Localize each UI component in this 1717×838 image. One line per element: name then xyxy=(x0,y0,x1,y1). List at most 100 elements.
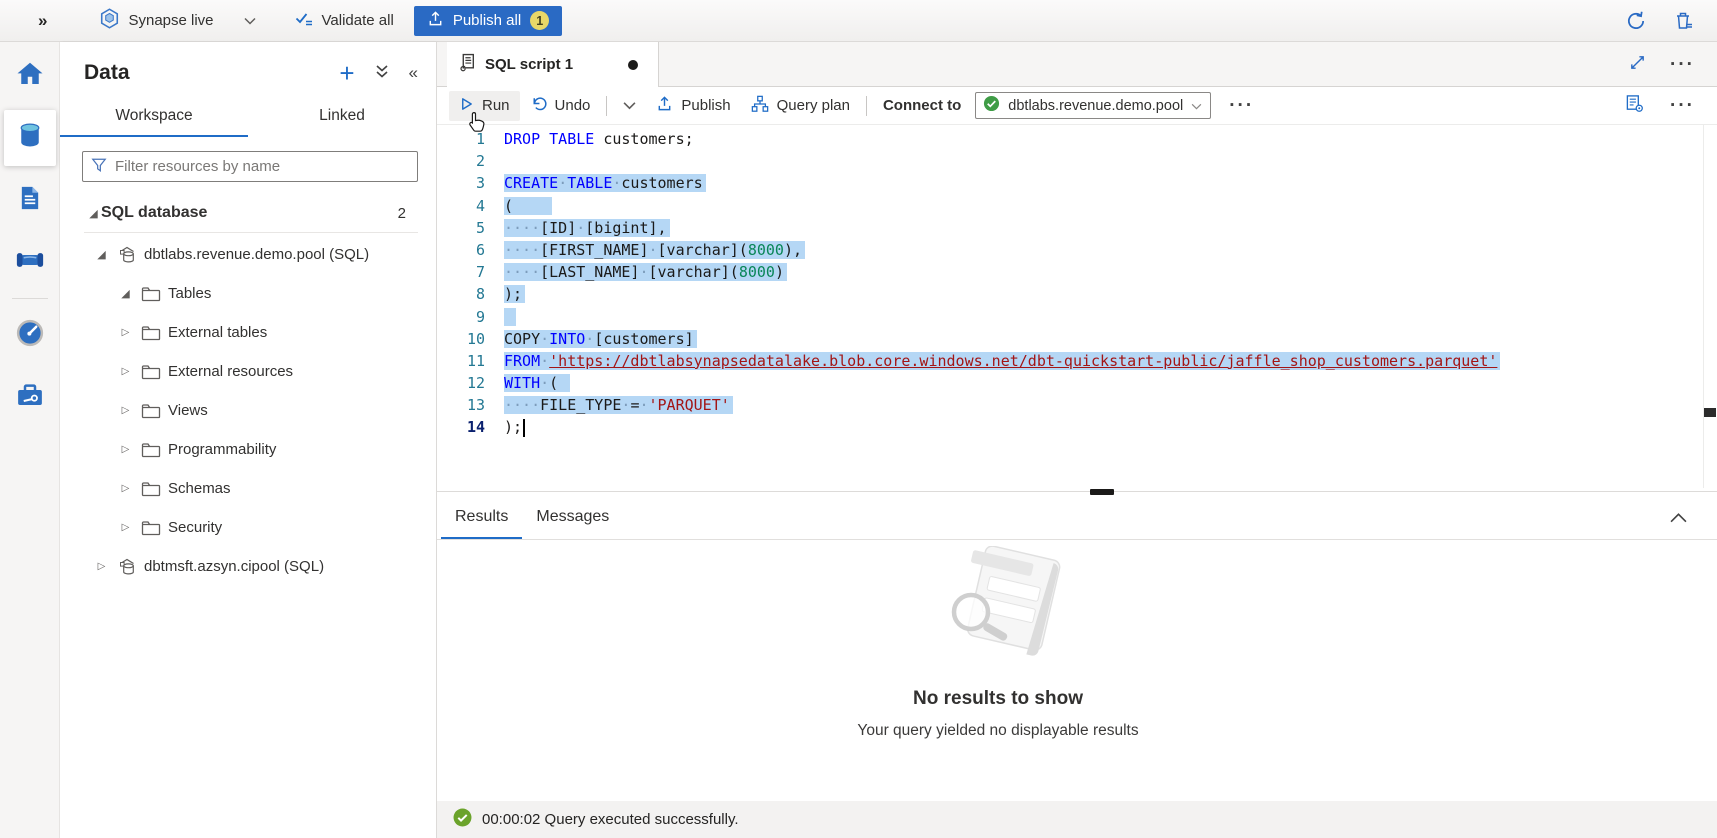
refresh-button[interactable] xyxy=(1625,10,1647,32)
undo-button[interactable]: Undo xyxy=(520,91,601,121)
toolbar-more-actions-icon[interactable]: ··· xyxy=(1670,96,1695,115)
folder-icon xyxy=(141,520,161,536)
synapse-live-selector[interactable]: Synapse live xyxy=(89,5,265,37)
editor-scrollbar[interactable] xyxy=(1703,125,1717,488)
tree-row-sql-database[interactable]: ◢ SQL database 2 xyxy=(84,194,418,233)
tree-row-external-resources[interactable]: ▷ External resources xyxy=(60,352,436,391)
connect-more-actions-icon[interactable]: ··· xyxy=(1229,96,1254,115)
tree-row-security[interactable]: ▷ Security xyxy=(60,508,436,547)
connect-to-dropdown[interactable]: dbtlabs.revenue.demo.pool xyxy=(975,92,1211,119)
code-line[interactable]: 10 COPY·INTO·[customers] xyxy=(437,328,1717,350)
tree-row-programmability[interactable]: ▷ Programmability xyxy=(60,430,436,469)
code-line[interactable]: 8 ); xyxy=(437,283,1717,305)
collapse-panel-icon[interactable]: « xyxy=(409,63,418,83)
tree-expander-icon[interactable]: ▷ xyxy=(94,561,109,572)
line-number: 14 xyxy=(437,416,485,438)
tab-workspace[interactable]: Workspace xyxy=(60,98,248,137)
code-line[interactable]: 4 ( xyxy=(437,195,1717,217)
publish-icon xyxy=(656,95,673,116)
line-number: 1 xyxy=(437,128,485,150)
filter-resources-input[interactable] xyxy=(115,158,409,175)
tree-node-label: dbtlabs.revenue.demo.pool (SQL) xyxy=(144,246,369,263)
line-number: 11 xyxy=(437,350,485,372)
panel-title: Data xyxy=(84,61,130,85)
tab-sql-script-1[interactable]: SQL script 1 xyxy=(447,42,659,87)
publish-all-label: Publish all xyxy=(453,12,521,29)
code-line[interactable]: 1 DROP TABLE customers; xyxy=(437,128,1717,150)
line-text: ····FILE_TYPE·=·'PARQUET' xyxy=(504,394,733,416)
toolbar-separator xyxy=(866,96,867,116)
add-resource-icon[interactable]: + xyxy=(339,60,354,86)
tab-more-actions-icon[interactable]: ··· xyxy=(1670,55,1695,74)
tree-expander-icon[interactable]: ▷ xyxy=(118,522,133,533)
tree-expander-icon[interactable]: ▷ xyxy=(118,483,133,494)
line-text: FROM·'https://dbtlabsynapsedatalake.blob… xyxy=(504,350,1500,372)
nav-data[interactable] xyxy=(4,110,56,166)
chevron-down-icon xyxy=(244,12,256,29)
script-properties-icon[interactable] xyxy=(1625,94,1644,117)
code-line[interactable]: 13 ····FILE_TYPE·=·'PARQUET' xyxy=(437,394,1717,416)
code-line[interactable]: 14 ); xyxy=(437,416,1717,438)
tree-row-schemas[interactable]: ▷ Schemas xyxy=(60,469,436,508)
nav-manage[interactable] xyxy=(4,369,56,425)
line-number: 12 xyxy=(437,372,485,394)
tree-node-label: SQL database xyxy=(101,204,207,222)
line-text: CREATE·TABLE·customers xyxy=(504,172,706,194)
tree-row-external-tables[interactable]: ▷ External tables xyxy=(60,313,436,352)
expand-editor-icon[interactable] xyxy=(1629,54,1646,75)
validate-all-label: Validate all xyxy=(322,12,394,29)
tree-expander-icon[interactable]: ▷ xyxy=(118,327,133,338)
code-line[interactable]: 12 WITH·( xyxy=(437,372,1717,394)
chevron-down-icon xyxy=(1191,97,1202,114)
tree-expander-icon[interactable]: ▷ xyxy=(118,405,133,416)
validate-all-button[interactable]: Validate all xyxy=(284,5,404,37)
folder-icon xyxy=(141,325,161,341)
discard-all-button[interactable] xyxy=(1673,10,1695,32)
line-text: WITH·( xyxy=(504,372,570,394)
unsaved-changes-dot xyxy=(628,60,638,70)
nav-home[interactable] xyxy=(4,48,56,104)
scrollbar-cursor-marker xyxy=(1704,408,1716,417)
publish-button[interactable]: Publish xyxy=(646,91,740,121)
run-button[interactable]: Run xyxy=(449,91,520,121)
toolbar-separator xyxy=(606,96,607,116)
tree-expander-icon[interactable]: ◢ xyxy=(86,207,101,220)
tab-results[interactable]: Results xyxy=(441,496,522,539)
tree-row-views[interactable]: ▷ Views xyxy=(60,391,436,430)
query-plan-button[interactable]: Query plan xyxy=(741,91,860,121)
collapse-results-icon[interactable] xyxy=(1670,496,1717,539)
code-line[interactable]: 7 ····[LAST_NAME]·[varchar](8000) xyxy=(437,261,1717,283)
splitter-drag-handle[interactable] xyxy=(1090,489,1114,495)
collapse-all-icon[interactable] xyxy=(375,64,389,83)
tree-expander-icon[interactable]: ◢ xyxy=(118,287,133,300)
line-number: 13 xyxy=(437,394,485,416)
nav-integrate[interactable] xyxy=(4,234,56,290)
tree-row-dbtlabs-revenue-demo-pool-sql-[interactable]: ◢ dbtlabs.revenue.demo.pool (SQL) xyxy=(60,235,436,274)
code-line[interactable]: 9 xyxy=(437,306,1717,328)
line-number: 7 xyxy=(437,261,485,283)
publish-all-button[interactable]: Publish all 1 xyxy=(414,6,562,36)
run-options-chevron[interactable] xyxy=(613,91,646,121)
nav-develop[interactable] xyxy=(4,172,56,228)
tab-linked[interactable]: Linked xyxy=(248,98,436,137)
filter-funnel-icon xyxy=(91,157,107,177)
sql-code-editor[interactable]: 1 DROP TABLE customers; 2 3 CREATE·TABLE… xyxy=(437,125,1717,488)
expand-panel-icon[interactable]: » xyxy=(38,11,47,31)
code-line[interactable]: 3 CREATE·TABLE·customers xyxy=(437,172,1717,194)
code-line[interactable]: 2 xyxy=(437,150,1717,172)
nav-monitor[interactable] xyxy=(4,307,56,363)
code-line[interactable]: 11 FROM·'https://dbtlabsynapsedatalake.b… xyxy=(437,350,1717,372)
line-number: 5 xyxy=(437,217,485,239)
results-empty-state: No results to show Your query yielded no… xyxy=(437,540,1559,801)
tree-expander-icon[interactable]: ◢ xyxy=(94,248,109,261)
tree-row-dbtmsft-azsyn-cipool-sql-[interactable]: ▷ dbtmsft.azsyn.cipool (SQL) xyxy=(60,547,436,586)
tree-expander-icon[interactable]: ▷ xyxy=(118,444,133,455)
folder-icon xyxy=(141,481,161,497)
explorer-tabs: Workspace Linked xyxy=(60,98,436,137)
tab-messages[interactable]: Messages xyxy=(522,496,623,539)
tree-row-tables[interactable]: ◢ Tables xyxy=(60,274,436,313)
code-line[interactable]: 6 ····[FIRST_NAME]·[varchar](8000), xyxy=(437,239,1717,261)
tree-expander-icon[interactable]: ▷ xyxy=(118,366,133,377)
line-number: 2 xyxy=(437,150,485,172)
code-line[interactable]: 5 ····[ID]·[bigint], xyxy=(437,217,1717,239)
